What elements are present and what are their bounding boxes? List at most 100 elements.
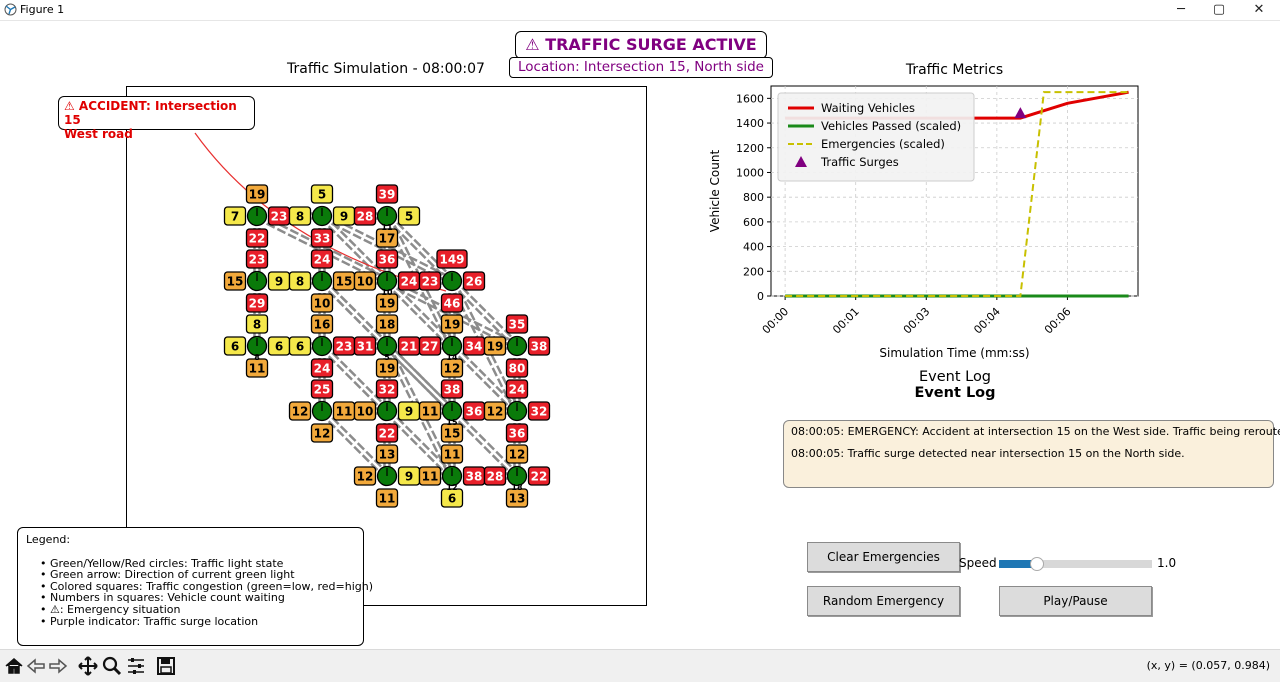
back-icon[interactable] bbox=[26, 656, 46, 676]
close-button[interactable]: ✕ bbox=[1244, 1, 1274, 19]
window-titlebar: Figure 1 ─ ▢ ✕ bbox=[0, 0, 1280, 21]
save-icon[interactable] bbox=[156, 656, 176, 676]
accident-text-line2: West road bbox=[64, 127, 133, 141]
legend-box: Legend: • Green/Yellow/Red circles: Traf… bbox=[17, 527, 373, 646]
vehicle-count-label: 24 bbox=[314, 362, 331, 376]
speed-slider-handle[interactable] bbox=[1030, 557, 1044, 571]
x-tick-label: 00:00 bbox=[760, 305, 792, 337]
vehicle-count-label: 29 bbox=[249, 297, 266, 311]
y-tick-label: 1400 bbox=[736, 117, 764, 130]
vehicle-count-label: 35 bbox=[509, 318, 526, 332]
vehicle-count-label: 12 bbox=[509, 448, 526, 462]
pan-icon[interactable] bbox=[78, 656, 98, 676]
random-emergency-button[interactable]: Random Emergency bbox=[807, 586, 960, 616]
y-tick-label: 800 bbox=[743, 191, 764, 204]
vehicle-count-label: 15 bbox=[444, 427, 461, 441]
vehicle-count-label: 8 bbox=[253, 318, 261, 332]
vehicle-count-label: 28 bbox=[357, 210, 374, 224]
traffic-metrics-chart[interactable]: Traffic Metrics 0 200 400 600 800 1000 1200 1400… bbox=[700, 55, 1170, 365]
vehicle-count-label: 32 bbox=[379, 383, 396, 397]
event-log-box: 08:00:05: EMERGENCY: Accident at interse… bbox=[783, 420, 1280, 488]
legend-label: Waiting Vehicles bbox=[821, 101, 915, 115]
vehicle-count-label: 19 bbox=[379, 362, 396, 376]
intersection-id: 11 bbox=[381, 223, 393, 232]
vehicle-count-label: 24 bbox=[509, 383, 526, 397]
configure-icon[interactable] bbox=[126, 656, 146, 676]
speed-label: Speed bbox=[959, 556, 997, 570]
simulation-title: Traffic Simulation - 08:00:07 bbox=[287, 61, 485, 77]
clear-emergencies-button[interactable]: Clear Emergencies bbox=[807, 542, 960, 572]
vehicle-count-label: 12 bbox=[314, 427, 331, 441]
x-axis-label: Simulation Time (mm:ss) bbox=[879, 346, 1029, 360]
zoom-icon[interactable] bbox=[102, 656, 122, 676]
vehicle-count-label: 6 bbox=[296, 340, 304, 354]
event-log-entry: 08:00:05: Traffic surge detected near in… bbox=[791, 447, 1185, 460]
vehicle-count-label: 19 bbox=[379, 297, 396, 311]
vehicle-count-label: 15 bbox=[336, 275, 353, 289]
legend-label: Traffic Surges bbox=[820, 155, 899, 169]
intersection-id: 12 bbox=[446, 483, 457, 492]
vehicle-count-label: 5 bbox=[405, 210, 413, 224]
event-log-title: Event Log bbox=[918, 369, 992, 385]
legend-title: Legend: bbox=[26, 533, 71, 546]
intersection-id: 10 bbox=[381, 288, 393, 297]
vehicle-count-label: 80 bbox=[509, 362, 526, 376]
vehicle-count-label: 11 bbox=[249, 362, 266, 376]
vehicle-count-label: 9 bbox=[340, 210, 348, 224]
y-tick-label: 1000 bbox=[736, 166, 764, 179]
vehicle-count-label: 27 bbox=[422, 340, 439, 354]
y-tick-label: 200 bbox=[743, 265, 764, 278]
vehicle-count-label: 16 bbox=[314, 318, 331, 332]
chart-legend: Waiting Vehicles Vehicles Passed (scaled)… bbox=[777, 92, 975, 182]
y-tick-label: 400 bbox=[743, 241, 764, 254]
vehicle-count-label: 36 bbox=[379, 253, 396, 267]
accident-text-line1: ⚠ ACCIDENT: Intersection 15 bbox=[64, 99, 237, 127]
vehicle-count-label: 10 bbox=[357, 405, 374, 419]
vehicle-count-label: 36 bbox=[466, 405, 483, 419]
vehicle-count-label: 38 bbox=[466, 470, 483, 484]
app-icon bbox=[4, 3, 17, 16]
navigation-toolbar: (x, y) = (0.057, 0.984) bbox=[0, 649, 1280, 682]
vehicle-count-label: 31 bbox=[357, 340, 374, 354]
chart-title: Traffic Metrics bbox=[905, 62, 1003, 78]
vehicle-count-label: 22 bbox=[531, 470, 548, 484]
vehicle-count-label: 11 bbox=[444, 448, 461, 462]
maximize-button[interactable]: ▢ bbox=[1204, 1, 1234, 19]
home-icon[interactable] bbox=[4, 656, 24, 676]
vehicle-count-label: 15 bbox=[227, 275, 244, 289]
x-tick-label: 00:06 bbox=[1042, 305, 1074, 337]
vehicle-count-label: 25 bbox=[314, 383, 331, 397]
vehicle-count-label: 12 bbox=[444, 362, 461, 376]
vehicle-count-label: 21 bbox=[401, 340, 418, 354]
vehicle-count-label: 36 bbox=[509, 427, 526, 441]
window-title: Figure 1 bbox=[20, 3, 65, 16]
vehicle-count-label: 11 bbox=[422, 470, 439, 484]
play-pause-button[interactable]: Play/Pause bbox=[999, 586, 1152, 616]
vehicle-count-label: 38 bbox=[444, 383, 461, 397]
intersection-id: 5 bbox=[384, 353, 390, 362]
vehicle-count-label: 11 bbox=[336, 405, 353, 419]
vehicle-count-label: 7 bbox=[231, 210, 239, 224]
x-tick-label: 00:01 bbox=[830, 305, 862, 337]
speed-slider[interactable] bbox=[999, 557, 1152, 571]
x-tick-label: 00:03 bbox=[901, 305, 933, 337]
vehicle-count-label: 9 bbox=[275, 275, 283, 289]
vehicle-count-label: 19 bbox=[444, 318, 461, 332]
vehicle-count-label: 46 bbox=[444, 297, 461, 311]
vehicle-count-label: 149 bbox=[439, 253, 464, 267]
vehicle-count-label: 23 bbox=[249, 253, 266, 267]
vehicle-count-label: 17 bbox=[379, 232, 396, 246]
vehicle-count-label: 19 bbox=[249, 188, 266, 202]
vehicle-count-label: 22 bbox=[379, 427, 396, 441]
vehicle-count-label: 34 bbox=[466, 340, 483, 354]
minimize-button[interactable]: ─ bbox=[1166, 1, 1196, 19]
event-log-entry: 08:00:05: EMERGENCY: Accident at interse… bbox=[791, 425, 1280, 438]
vehicle-count-label: 38 bbox=[531, 340, 548, 354]
vehicle-count-label: 23 bbox=[336, 340, 353, 354]
vehicle-count-label: 11 bbox=[379, 492, 396, 506]
legend-item: • Purple indicator: Traffic surge locati… bbox=[40, 614, 259, 628]
forward-icon[interactable] bbox=[48, 656, 68, 676]
vehicle-count-label: 12 bbox=[357, 470, 374, 484]
vehicle-count-label: 24 bbox=[401, 275, 418, 289]
legend-item: • ⚠: Emergency situation bbox=[40, 602, 181, 616]
